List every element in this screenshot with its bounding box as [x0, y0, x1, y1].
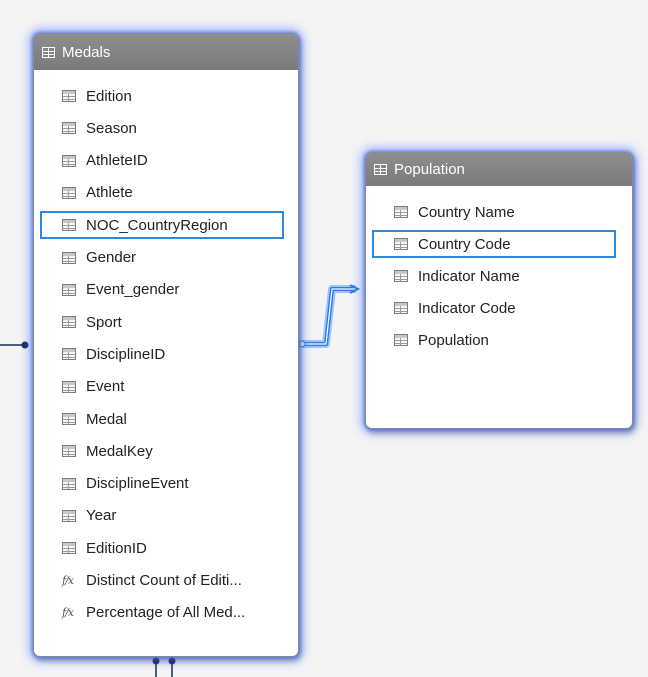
field-row[interactable]: Country Name	[372, 198, 616, 226]
field-row[interactable]: Season	[40, 114, 284, 142]
column-icon	[62, 283, 76, 296]
field-label: Country Name	[418, 203, 515, 221]
table-icon	[42, 46, 55, 58]
field-row[interactable]: DisciplineID	[40, 340, 284, 368]
table-icon	[374, 164, 387, 175]
medals-table[interactable]: Medals Edition Season AthleteID Athlete NOC_…	[33, 33, 299, 657]
field-label: Population	[418, 331, 489, 349]
field-label: DisciplineEvent	[86, 475, 189, 493]
medals-table-title: Medals	[62, 43, 111, 61]
field-row[interactable]: Event	[40, 373, 284, 401]
diagram-canvas: Medals Edition Season AthleteID Athlete NOC_…	[0, 0, 648, 677]
field-row[interactable]: AthleteID	[40, 147, 284, 175]
column-icon	[62, 90, 76, 102]
column-icon	[62, 186, 76, 199]
field-label: Season	[86, 119, 137, 137]
column-icon	[62, 445, 76, 458]
bottom-relationship-endpoint-1	[152, 657, 160, 665]
field-label: Event	[86, 378, 125, 396]
field-label: Athlete	[86, 184, 133, 202]
medals-table-header[interactable]: Medals	[34, 34, 298, 70]
population-table-title: Population	[394, 161, 465, 178]
field-label: EditionID	[86, 539, 147, 557]
column-icon	[62, 413, 76, 425]
column-icon	[62, 219, 76, 232]
measure-icon: f/x	[62, 574, 74, 587]
left-relationship-endpoint	[21, 341, 29, 349]
field-row[interactable]: Indicator Code	[372, 294, 616, 322]
field-row[interactable]: Sport	[40, 308, 284, 336]
field-label: Distinct Count of Editi...	[86, 572, 242, 589]
field-row[interactable]: Population	[372, 326, 616, 354]
field-row[interactable]: Year	[40, 502, 284, 530]
field-row[interactable]: Athlete	[40, 179, 284, 207]
field-row[interactable]: MedalKey	[40, 437, 284, 465]
column-icon	[394, 238, 408, 250]
field-row[interactable]: Country Code	[372, 230, 616, 258]
field-label: Indicator Name	[418, 267, 520, 285]
column-icon	[62, 251, 76, 264]
field-label: Percentage of All Med...	[86, 604, 246, 622]
measure-icon: f/x	[62, 606, 74, 620]
field-row[interactable]: EditionID	[40, 534, 284, 562]
field-label: Medal	[86, 410, 127, 428]
field-label: Edition	[86, 87, 132, 105]
medals-population-relationship[interactable]	[298, 284, 361, 348]
column-icon	[62, 542, 76, 555]
column-icon	[62, 122, 76, 135]
field-row[interactable]: Edition	[40, 82, 284, 110]
field-row[interactable]: Medal	[40, 405, 284, 433]
bottom-relationship-endpoint-2	[168, 657, 176, 665]
column-icon	[62, 316, 76, 329]
column-icon	[62, 477, 76, 490]
column-icon	[62, 154, 76, 167]
field-label: DisciplineID	[86, 345, 166, 363]
field-label: Country Code	[418, 235, 511, 253]
field-label: Sport	[86, 313, 122, 331]
field-label: MedalKey	[86, 442, 153, 460]
population-table-header[interactable]: Population	[366, 153, 632, 186]
field-label: Event_gender	[86, 281, 180, 299]
column-icon	[394, 302, 408, 314]
field-row[interactable]: Indicator Name	[372, 262, 616, 290]
field-label: Indicator Code	[418, 299, 516, 317]
field-label: NOC_CountryRegion	[86, 216, 228, 234]
column-icon	[394, 206, 408, 218]
field-row[interactable]: DisciplineEvent	[40, 470, 284, 498]
field-row[interactable]: Event_gender	[40, 276, 284, 304]
column-icon	[394, 270, 408, 282]
column-icon	[62, 380, 76, 393]
population-table[interactable]: Population Country Name Country Code Indic…	[365, 152, 633, 429]
field-row[interactable]: f/x Percentage of All Med...	[40, 599, 284, 627]
column-icon	[62, 509, 76, 522]
field-row[interactable]: Gender	[40, 244, 284, 272]
field-label: Year	[86, 507, 117, 525]
field-label: AthleteID	[86, 152, 148, 170]
field-row[interactable]: NOC_CountryRegion	[40, 211, 284, 240]
field-label: Gender	[86, 249, 137, 266]
column-icon	[394, 334, 408, 346]
field-row[interactable]: f/x Distinct Count of Editi...	[40, 567, 284, 595]
column-icon	[62, 348, 76, 361]
